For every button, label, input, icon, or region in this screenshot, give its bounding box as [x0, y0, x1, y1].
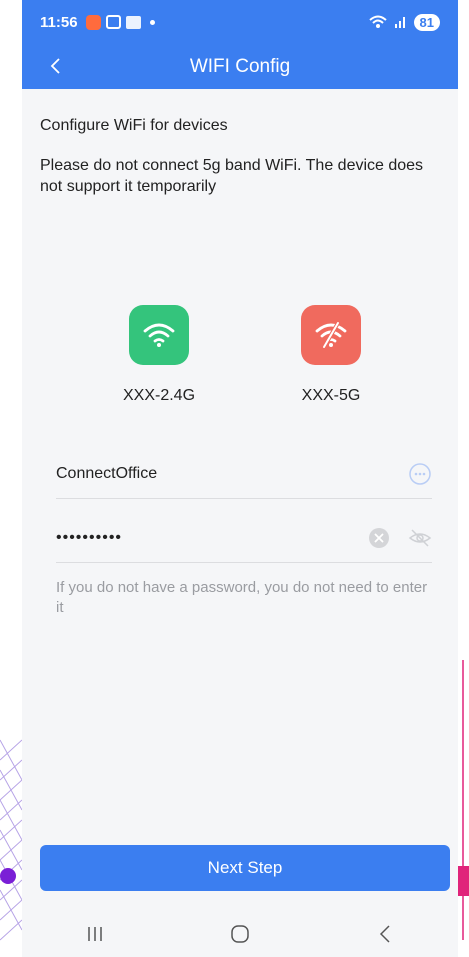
wifi-signal-icon: [368, 15, 387, 28]
back-button[interactable]: [365, 919, 405, 949]
phone-screen: 11:56 81 WIFI Config Configure WiFi for …: [22, 0, 458, 957]
recent-apps-icon: [87, 926, 102, 941]
toggle-visibility-button[interactable]: [408, 526, 432, 550]
wifi-list-button[interactable]: [408, 462, 432, 486]
app-notification-icon: [85, 14, 101, 30]
password-field[interactable]: ••••••••••: [56, 513, 432, 563]
password-hint: If you do not have a password, you do no…: [56, 579, 428, 616]
system-nav-bar: [22, 910, 458, 957]
message-notification-icon: [125, 15, 141, 29]
wifi-option-5g[interactable]: XXX-5G: [271, 305, 391, 405]
recent-apps-button[interactable]: [75, 919, 115, 949]
clear-icon: [369, 527, 389, 548]
back-icon: [380, 924, 390, 943]
status-right: 81: [368, 13, 440, 31]
home-button[interactable]: [220, 919, 260, 949]
password-input[interactable]: ••••••••••: [56, 529, 368, 547]
eye-off-icon: [408, 528, 432, 547]
back-arrow-icon[interactable]: [44, 54, 68, 78]
wifi-option-label: XXX-5G: [301, 387, 361, 404]
wifi-option-label: XXX-2.4G: [122, 387, 196, 404]
section-title: Configure WiFi for devices: [40, 117, 228, 134]
content-area: Configure WiFi for devices Please do not…: [22, 89, 458, 844]
more-options-icon: [409, 462, 431, 485]
notice-text: Please do not connect 5g band WiFi. The …: [40, 157, 424, 195]
app-bar: WIFI Config: [22, 44, 458, 89]
ssid-input[interactable]: ConnectOffice: [56, 465, 408, 483]
status-time: 11:56: [40, 13, 78, 31]
notification-icons: [85, 14, 155, 30]
wifi-icon: [129, 305, 189, 365]
page-title: WIFI Config: [189, 55, 291, 77]
cell-signal-icon: [394, 17, 405, 28]
clear-button[interactable]: [368, 527, 408, 549]
more-notifications-icon: [149, 19, 155, 25]
wifi-off-icon: [301, 305, 361, 365]
status-bar: 11:56 81: [22, 0, 458, 44]
wifi-option-24g[interactable]: XXX-2.4G: [99, 305, 219, 405]
home-icon: [231, 924, 249, 943]
screenshot-icon: [105, 15, 121, 29]
ssid-field[interactable]: ConnectOffice: [56, 449, 432, 499]
background-decoration-left: [0, 0, 22, 957]
battery-indicator: 81: [413, 13, 440, 31]
next-step-button[interactable]: Next Step: [40, 845, 450, 891]
